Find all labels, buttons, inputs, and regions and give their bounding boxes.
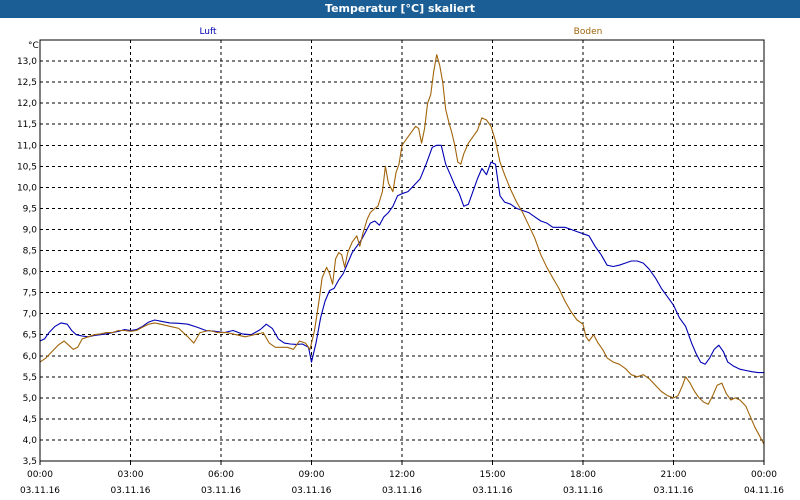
legend-item-luft: Luft xyxy=(199,27,217,37)
x-tick-date: 03.11.16 xyxy=(653,486,693,496)
x-tick-time: 21:00 xyxy=(661,470,687,480)
x-tick-time: 18:00 xyxy=(570,470,596,480)
x-tick-time: 09:00 xyxy=(299,470,325,480)
y-tick-label: 5,5 xyxy=(23,373,37,383)
x-tick-time: 06:00 xyxy=(208,470,234,480)
y-axis-label: °C xyxy=(28,41,39,51)
x-tick-date: 03.11.16 xyxy=(563,486,603,496)
y-tick-label: 6,0 xyxy=(23,352,38,362)
x-tick-time: 15:00 xyxy=(480,470,506,480)
y-tick-label: 5,0 xyxy=(23,394,38,404)
y-tick-label: 6,5 xyxy=(23,331,37,341)
y-tick-label: 9,5 xyxy=(23,204,37,214)
x-tick-time: 00:00 xyxy=(27,470,53,480)
x-tick-date: 04.11.16 xyxy=(744,486,784,496)
y-tick-label: 8,0 xyxy=(23,268,38,278)
y-tick-label: 4,5 xyxy=(23,415,37,425)
y-tick-label: 7,5 xyxy=(23,289,37,299)
x-tick-time: 03:00 xyxy=(118,470,144,480)
x-tick-date: 03.11.16 xyxy=(110,486,150,496)
grid-lines xyxy=(40,40,764,461)
y-tick-label: 12,0 xyxy=(17,99,37,109)
y-tick-label: 8,5 xyxy=(23,247,37,257)
legend-item-boden: Boden xyxy=(574,27,603,37)
x-tick-date: 03.11.16 xyxy=(201,486,241,496)
x-tick-date: 03.11.16 xyxy=(472,486,512,496)
x-tick-time: 00:00 xyxy=(751,470,777,480)
y-tick-label: 10,5 xyxy=(17,162,37,172)
y-tick-label: 12,5 xyxy=(17,78,37,88)
y-tick-label: 4,0 xyxy=(23,436,38,446)
x-tick-date: 03.11.16 xyxy=(382,486,422,496)
x-axis-ticks: 00:00 03.11.16 03:00 03.11.16 06:00 03.11.16 0… xyxy=(20,461,784,496)
y-tick-label: 10,0 xyxy=(17,183,37,193)
legend: Luft Boden xyxy=(199,27,602,37)
y-tick-label: 11,0 xyxy=(17,141,37,151)
y-tick-label: 7,0 xyxy=(23,310,38,320)
x-tick-date: 03.11.16 xyxy=(291,486,331,496)
temperature-chart: 3,5 4,0 4,5 5,0 5,5 6,0 6,5 7,0 7,5 8,0 8,5 9,0 9,5 1… xyxy=(17,27,784,496)
x-tick-time: 12:00 xyxy=(389,470,415,480)
y-axis-ticks: 3,5 4,0 4,5 5,0 5,5 6,0 6,5 7,0 7,5 8,0 8,5 9,0 9,5 1… xyxy=(17,57,37,467)
x-tick-date: 03.11.16 xyxy=(20,486,60,496)
y-tick-label: 13,0 xyxy=(17,57,37,67)
y-tick-label: 11,5 xyxy=(17,120,37,130)
y-tick-label: 9,0 xyxy=(23,225,38,235)
chart-window: Temperatur [°C] skaliert 3,5 4,0 4,5 5,0 5,5… xyxy=(0,0,800,500)
y-tick-label: 3,5 xyxy=(23,457,37,467)
